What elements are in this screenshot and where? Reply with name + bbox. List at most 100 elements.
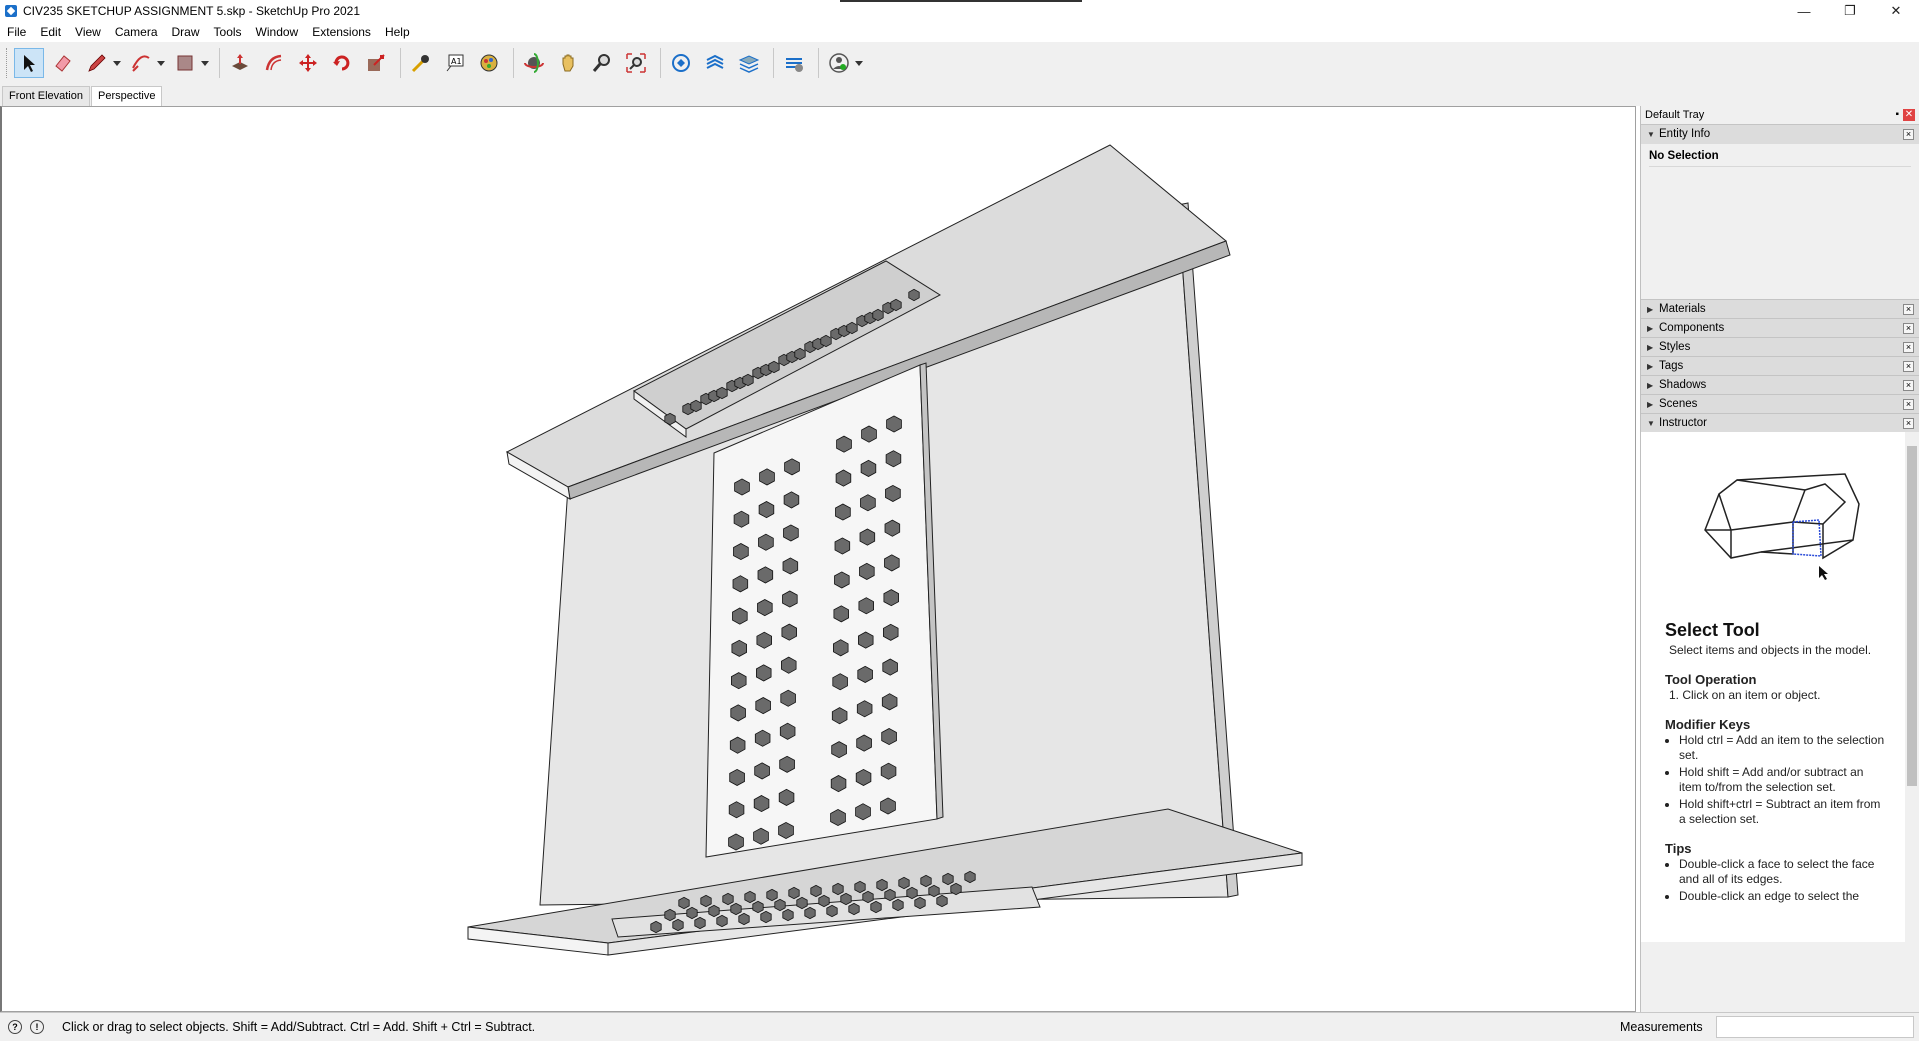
bolt-head [778, 821, 794, 840]
bolt-head [781, 656, 797, 674]
entity-info-body: No Selection [1641, 143, 1919, 299]
menu-view[interactable]: View [68, 22, 108, 42]
close-button[interactable]: ✕ [1873, 0, 1919, 22]
panel-label: Entity Info [1659, 128, 1711, 140]
zoom-extents-tool-button[interactable] [621, 48, 651, 78]
menu-edit[interactable]: Edit [33, 22, 68, 42]
panel-scenes[interactable]: ▶ Scenes × [1641, 394, 1919, 413]
arc-tool-dropdown[interactable] [156, 48, 166, 78]
bolt-head [754, 729, 771, 747]
paint-bucket-tool-button[interactable] [474, 48, 504, 78]
panel-entity-info[interactable]: ▼ Entity Info × [1641, 124, 1919, 143]
menu-camera[interactable]: Camera [108, 22, 165, 42]
menu-bar: File Edit View Camera Draw Tools Window … [0, 22, 1919, 42]
panel-close-icon[interactable]: × [1903, 342, 1914, 353]
modeling-viewport[interactable] [0, 106, 1636, 1012]
menu-extensions[interactable]: Extensions [305, 22, 378, 42]
menu-window[interactable]: Window [249, 22, 306, 42]
chevron-down-icon [855, 60, 863, 66]
rectangle-tool-button[interactable] [170, 48, 200, 78]
text-tool-button[interactable]: A1 [440, 48, 470, 78]
panel-close-icon[interactable]: × [1903, 361, 1914, 372]
tray-close-button[interactable]: ✕ [1903, 109, 1915, 121]
svg-text:A1: A1 [451, 57, 462, 66]
eraser-tool-button[interactable] [48, 48, 78, 78]
panel-close-icon[interactable]: × [1903, 304, 1914, 315]
geo-location-icon[interactable]: ? [8, 1020, 22, 1034]
scale-tool-button[interactable] [361, 48, 391, 78]
title-bar: CIV235 SKETCHUP ASSIGNMENT 5.skp - Sketc… [0, 0, 1919, 22]
rectangle-tool-dropdown[interactable] [200, 48, 210, 78]
panel-close-icon[interactable]: × [1903, 399, 1914, 410]
chevron-down-icon [157, 60, 165, 66]
toolbar-separator [219, 48, 220, 78]
triangle-right-icon: ▶ [1647, 380, 1654, 390]
line-tool-dropdown[interactable] [112, 48, 122, 78]
tab-front-elevation[interactable]: Front Elevation [2, 86, 90, 106]
tab-perspective[interactable]: Perspective [90, 86, 163, 106]
extension-warehouse-button[interactable] [700, 48, 730, 78]
layer-manager-button[interactable] [734, 48, 764, 78]
push-pull-tool-button[interactable] [225, 48, 255, 78]
bolt-head [884, 519, 901, 537]
chevron-down-icon [113, 60, 121, 66]
tips-list: Double-click a face to select the face a… [1665, 857, 1885, 904]
modifier-item: Hold ctrl = Add an item to the selection… [1679, 733, 1885, 763]
bolt-head [731, 639, 747, 657]
move-icon [299, 54, 317, 72]
account-icon [829, 53, 849, 73]
zoom-tool-button[interactable] [587, 48, 617, 78]
restore-button[interactable]: ❐ [1827, 0, 1873, 22]
panel-close-icon[interactable]: × [1903, 323, 1914, 334]
account-button[interactable] [824, 48, 854, 78]
menu-tools[interactable]: Tools [207, 22, 249, 42]
menu-help[interactable]: Help [378, 22, 417, 42]
bolt-head [860, 459, 877, 477]
bolt-head [782, 557, 799, 575]
panel-shadows[interactable]: ▶ Shadows × [1641, 375, 1919, 394]
panel-instructor[interactable]: ▼ Instructor × [1641, 413, 1919, 432]
triangle-right-icon: ▶ [1647, 323, 1654, 333]
style-builder-button[interactable] [779, 48, 809, 78]
tool-operation-step: 1. Click on an item or object. [1669, 688, 1821, 702]
arc-tool-button[interactable] [126, 48, 156, 78]
measurements-input[interactable] [1716, 1016, 1914, 1038]
hand-icon [562, 54, 574, 72]
main-toolbar: A1 [0, 42, 1919, 84]
bolt-head [742, 373, 754, 387]
minimize-button[interactable]: — [1781, 0, 1827, 22]
bolt-head [950, 882, 962, 896]
tape-measure-tool-button[interactable] [406, 48, 436, 78]
instructor-scrollbar[interactable] [1905, 432, 1919, 942]
offset-tool-button[interactable] [259, 48, 289, 78]
rotate-tool-button[interactable] [327, 48, 357, 78]
move-tool-button[interactable] [293, 48, 323, 78]
bolt-head [783, 524, 799, 542]
panel-materials[interactable]: ▶ Materials × [1641, 299, 1919, 318]
paint-bucket-icon [480, 54, 498, 72]
select-tool-button[interactable] [14, 48, 44, 78]
bolt-head [856, 700, 873, 718]
account-dropdown[interactable] [854, 48, 864, 78]
panel-styles[interactable]: ▶ Styles × [1641, 337, 1919, 356]
window-title: CIV235 SKETCHUP ASSIGNMENT 5.skp - Sketc… [23, 4, 361, 18]
menu-draw[interactable]: Draw [165, 22, 207, 42]
scrollbar-thumb[interactable] [1907, 446, 1917, 786]
line-tool-button[interactable] [82, 48, 112, 78]
info-icon[interactable]: ! [30, 1020, 44, 1034]
panel-close-icon[interactable]: × [1903, 129, 1914, 140]
bolt-head [859, 562, 875, 580]
panel-label: Materials [1659, 303, 1706, 315]
panel-tags[interactable]: ▶ Tags × [1641, 356, 1919, 375]
pan-tool-button[interactable] [553, 48, 583, 78]
panel-close-icon[interactable]: × [1903, 418, 1914, 429]
3d-warehouse-button[interactable] [666, 48, 696, 78]
orbit-tool-button[interactable] [519, 48, 549, 78]
pin-icon[interactable]: ▪ [1895, 109, 1899, 120]
panel-components[interactable]: ▶ Components × [1641, 318, 1919, 337]
menu-file[interactable]: File [0, 22, 33, 42]
bolt-head [779, 722, 796, 740]
panel-close-icon[interactable]: × [1903, 380, 1914, 391]
bolt-head [833, 605, 849, 623]
toolbar-grip[interactable] [6, 48, 10, 78]
